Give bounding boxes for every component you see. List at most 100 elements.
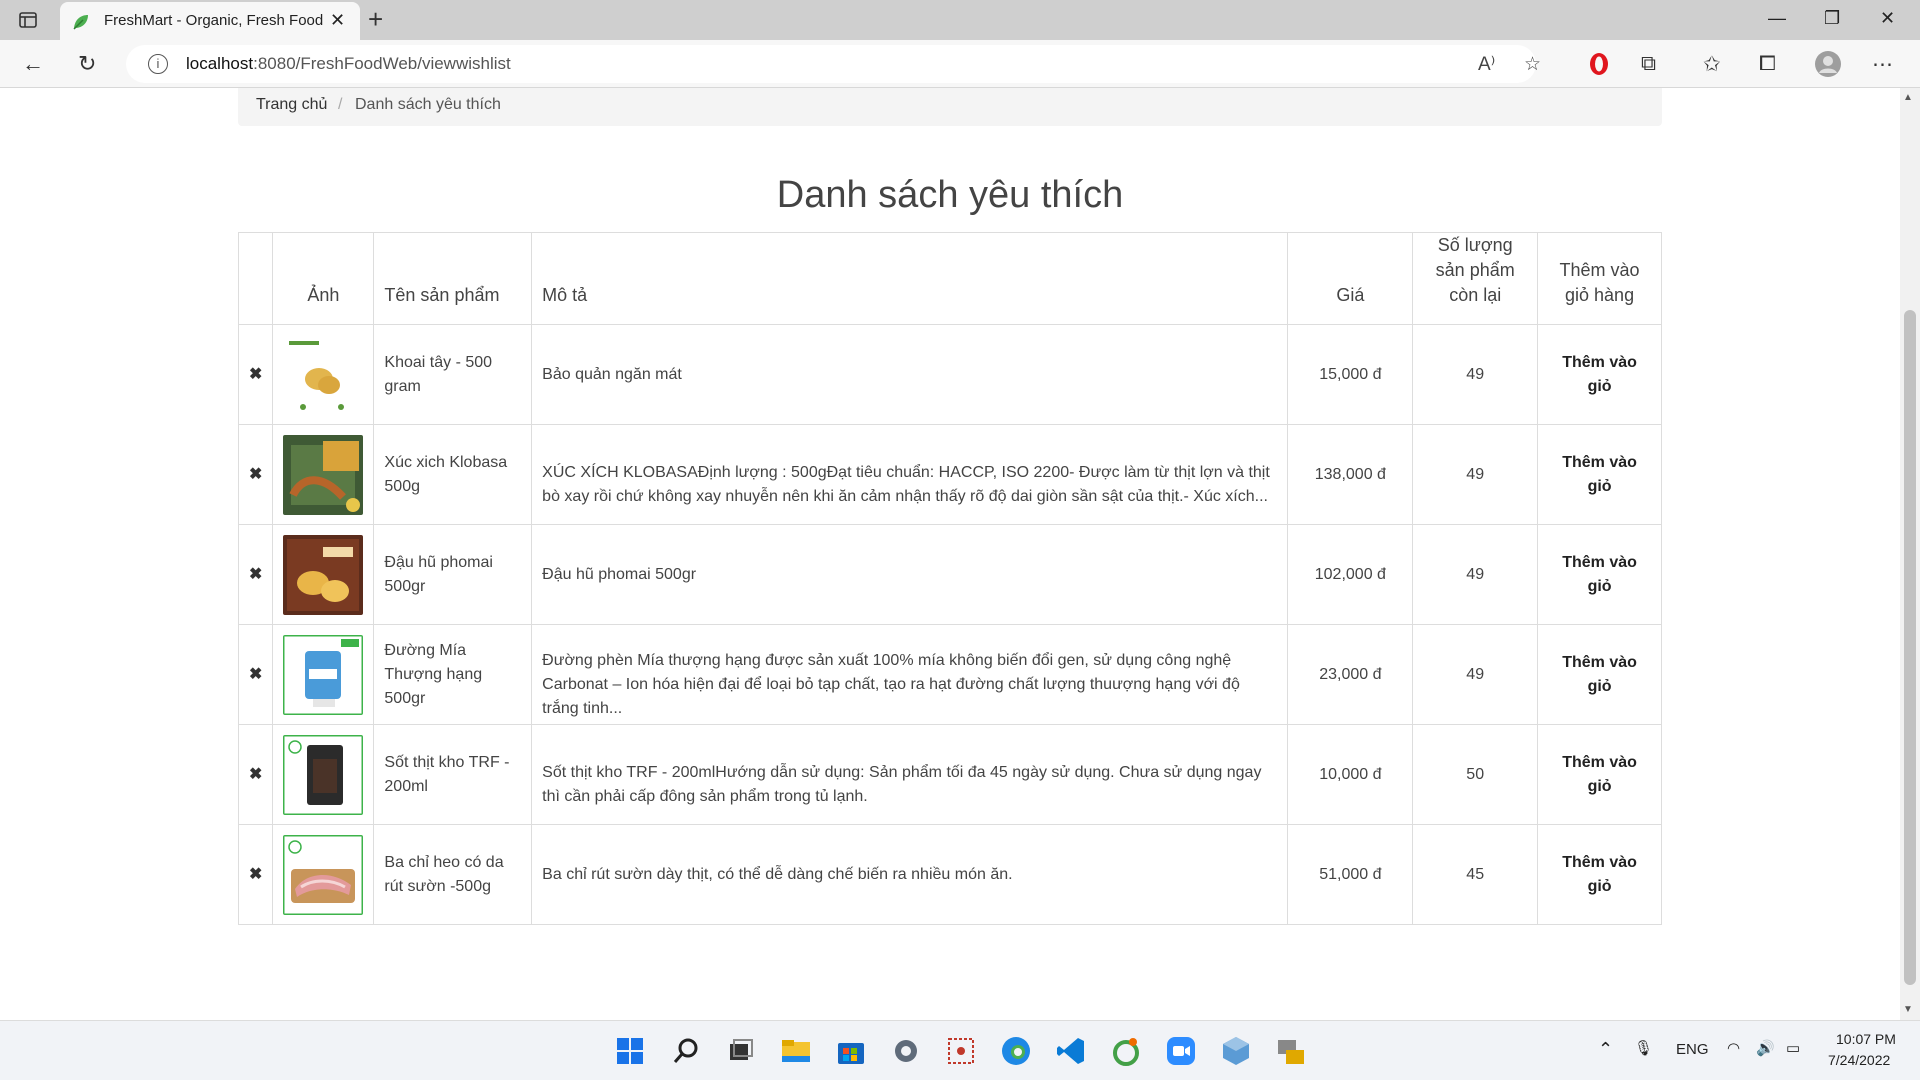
volume-icon[interactable]: 🔊 [1756,1039,1775,1057]
profile-avatar-icon[interactable] [1814,50,1842,78]
product-description: Sốt thịt kho TRF - 200mlHướng dẫn sử dụn… [531,724,1289,825]
product-description: Đường phèn Mía thượng hạng được sản xuất… [531,624,1289,725]
product-quantity: 49 [1412,424,1539,525]
breadcrumb: Trang chủ / Danh sách yêu thích [238,88,1662,126]
clock-time[interactable]: 10:07 PM [1836,1031,1896,1047]
breadcrumb-separator: / [338,96,343,113]
language-indicator[interactable]: ENG [1676,1041,1709,1058]
breadcrumb-home-link[interactable]: Trang chủ [256,96,327,114]
product-price: 10,000 đ [1287,724,1414,825]
table-row: ✖ Đậu hũ phomai 500gr Đậu hũ phomai 500g… [237,524,1662,625]
add-favorite-icon[interactable]: ☆ [1524,53,1541,76]
remove-item-icon[interactable]: ✖ [249,766,262,783]
opera-extension-icon[interactable] [1588,52,1610,76]
product-name[interactable]: Đậu hũ phomai 500gr [373,524,533,625]
remove-item-icon[interactable]: ✖ [249,666,262,683]
product-quantity: 50 [1412,724,1539,825]
close-window-button[interactable]: ✕ [1880,8,1895,29]
product-name[interactable]: Khoai tây - 500 gram [373,324,533,425]
collections-icon[interactable]: ⧠ [1759,52,1776,76]
site-info-icon[interactable]: i [148,54,168,74]
refresh-button[interactable]: ↻ [78,51,96,77]
clock-date[interactable]: 7/24/2022 [1828,1052,1890,1068]
product-price: 15,000 đ [1287,324,1414,425]
tab-actions-icon[interactable] [18,10,38,30]
product-name[interactable]: Đường Mía Thượng hạng 500gr [373,624,533,725]
table-row: ✖ Đường Mía Thượng hạng 500gr Đường phèn… [237,624,1662,725]
zoom-icon[interactable] [1164,1034,1198,1068]
table-row: ✖ Ba chỉ heo có da rút sườn -500g Ba chỉ… [237,824,1662,925]
search-icon[interactable] [669,1034,703,1068]
settings-gear-icon[interactable] [889,1034,923,1068]
wifi-icon[interactable]: ◠ [1727,1039,1740,1057]
tray-overflow-icon[interactable]: ⌃ [1598,1039,1613,1060]
product-description: Ba chỉ rút sườn dày thịt, có thể dễ dàng… [531,824,1289,925]
file-explorer-icon[interactable] [779,1034,813,1068]
browser-tab-bar: FreshMart - Organic, Fresh Food ✕ + — ❐ … [0,0,1920,40]
extensions-icon[interactable]: ⧉ [1641,52,1656,76]
tab-close-icon[interactable]: ✕ [330,10,345,31]
back-button[interactable]: ← [22,51,44,77]
store-icon[interactable] [834,1034,868,1068]
header-price: Giá [1287,232,1414,325]
product-image-pork[interactable] [283,834,364,915]
snipping-tool-icon[interactable] [944,1034,978,1068]
scroll-up-icon[interactable]: ▲ [1903,92,1913,103]
product-image-potato[interactable] [283,334,364,415]
product-image-sugar[interactable] [283,634,364,715]
new-tab-button[interactable]: + [368,4,383,35]
product-description: Bảo quản ngăn mát [531,324,1289,425]
add-to-cart-link[interactable]: Thêm vào giỏ [1562,554,1637,595]
battery-icon[interactable]: ▭ [1786,1039,1800,1057]
vscode-icon[interactable] [1054,1034,1088,1068]
remove-item-icon[interactable]: ✖ [249,366,262,383]
table-row: ✖ Xúc xich Klobasa 500g XÚC XÍCH KLOBASA… [237,424,1662,525]
network-tool-icon[interactable] [1274,1034,1308,1068]
maximize-button[interactable]: ❐ [1824,8,1840,29]
product-name[interactable]: Sốt thịt kho TRF - 200ml [373,724,533,825]
scrollbar-thumb[interactable] [1904,310,1916,985]
product-description: XÚC XÍCH KLOBASAĐịnh lượng : 500gĐạt tiê… [531,424,1289,525]
product-name[interactable]: Xúc xich Klobasa 500g [373,424,533,525]
product-quantity: 49 [1412,624,1539,725]
product-price: 102,000 đ [1287,524,1414,625]
windows-taskbar: ⌃ 🎙 ENG ◠ 🔊 ▭ 10:07 PM 7/24/2022 [0,1020,1920,1080]
product-price: 23,000 đ [1287,624,1414,725]
product-image-sauce[interactable] [283,734,364,815]
microphone-icon[interactable]: 🎙 [1634,1039,1653,1057]
product-quantity: 45 [1412,824,1539,925]
add-to-cart-link[interactable]: Thêm vào giỏ [1562,654,1637,695]
add-to-cart-link[interactable]: Thêm vào giỏ [1562,354,1637,395]
header-description: Mô tả [531,232,1289,325]
product-image-sausage[interactable] [283,434,364,515]
scroll-down-icon[interactable]: ▼ [1903,1004,1913,1015]
product-price: 138,000 đ [1287,424,1414,525]
product-name[interactable]: Ba chỉ heo có da rút sườn -500g [373,824,533,925]
edge-browser-icon[interactable] [999,1034,1033,1068]
minimize-button[interactable]: — [1768,8,1786,29]
address-bar[interactable]: i localhost:8080/FreshFoodWeb/viewwishli… [126,45,1541,83]
green-app-icon[interactable] [1109,1034,1143,1068]
tab-title: FreshMart - Organic, Fresh Food [104,12,324,29]
favorites-icon[interactable]: ✩ [1703,52,1721,77]
breadcrumb-current: Danh sách yêu thích [355,96,501,113]
task-view-icon[interactable] [724,1034,758,1068]
start-menu-icon[interactable] [613,1034,647,1068]
read-aloud-icon[interactable]: A⁾ [1478,53,1495,76]
add-to-cart-link[interactable]: Thêm vào giỏ [1562,854,1637,895]
page-title: Danh sách yêu thích [776,174,1124,216]
browser-tab[interactable]: FreshMart - Organic, Fresh Food ✕ [60,2,360,40]
url-text[interactable]: localhost:8080/FreshFoodWeb/viewwishlist [186,54,511,74]
add-to-cart-link[interactable]: Thêm vào giỏ [1562,454,1637,495]
product-image-tofu[interactable] [283,534,364,615]
remove-item-icon[interactable]: ✖ [249,866,262,883]
virtualbox-icon[interactable] [1219,1034,1253,1068]
remove-item-icon[interactable]: ✖ [249,566,262,583]
remove-item-icon[interactable]: ✖ [249,466,262,483]
settings-more-icon[interactable]: ⋯ [1872,52,1893,77]
product-description: Đậu hũ phomai 500gr [531,524,1289,625]
wishlist-table: Ảnh Tên sản phẩm Mô tả Giá Số lượng sản … [237,232,1662,925]
add-to-cart-link[interactable]: Thêm vào giỏ [1562,754,1637,795]
product-price: 51,000 đ [1287,824,1414,925]
leaf-favicon-icon [73,15,88,30]
